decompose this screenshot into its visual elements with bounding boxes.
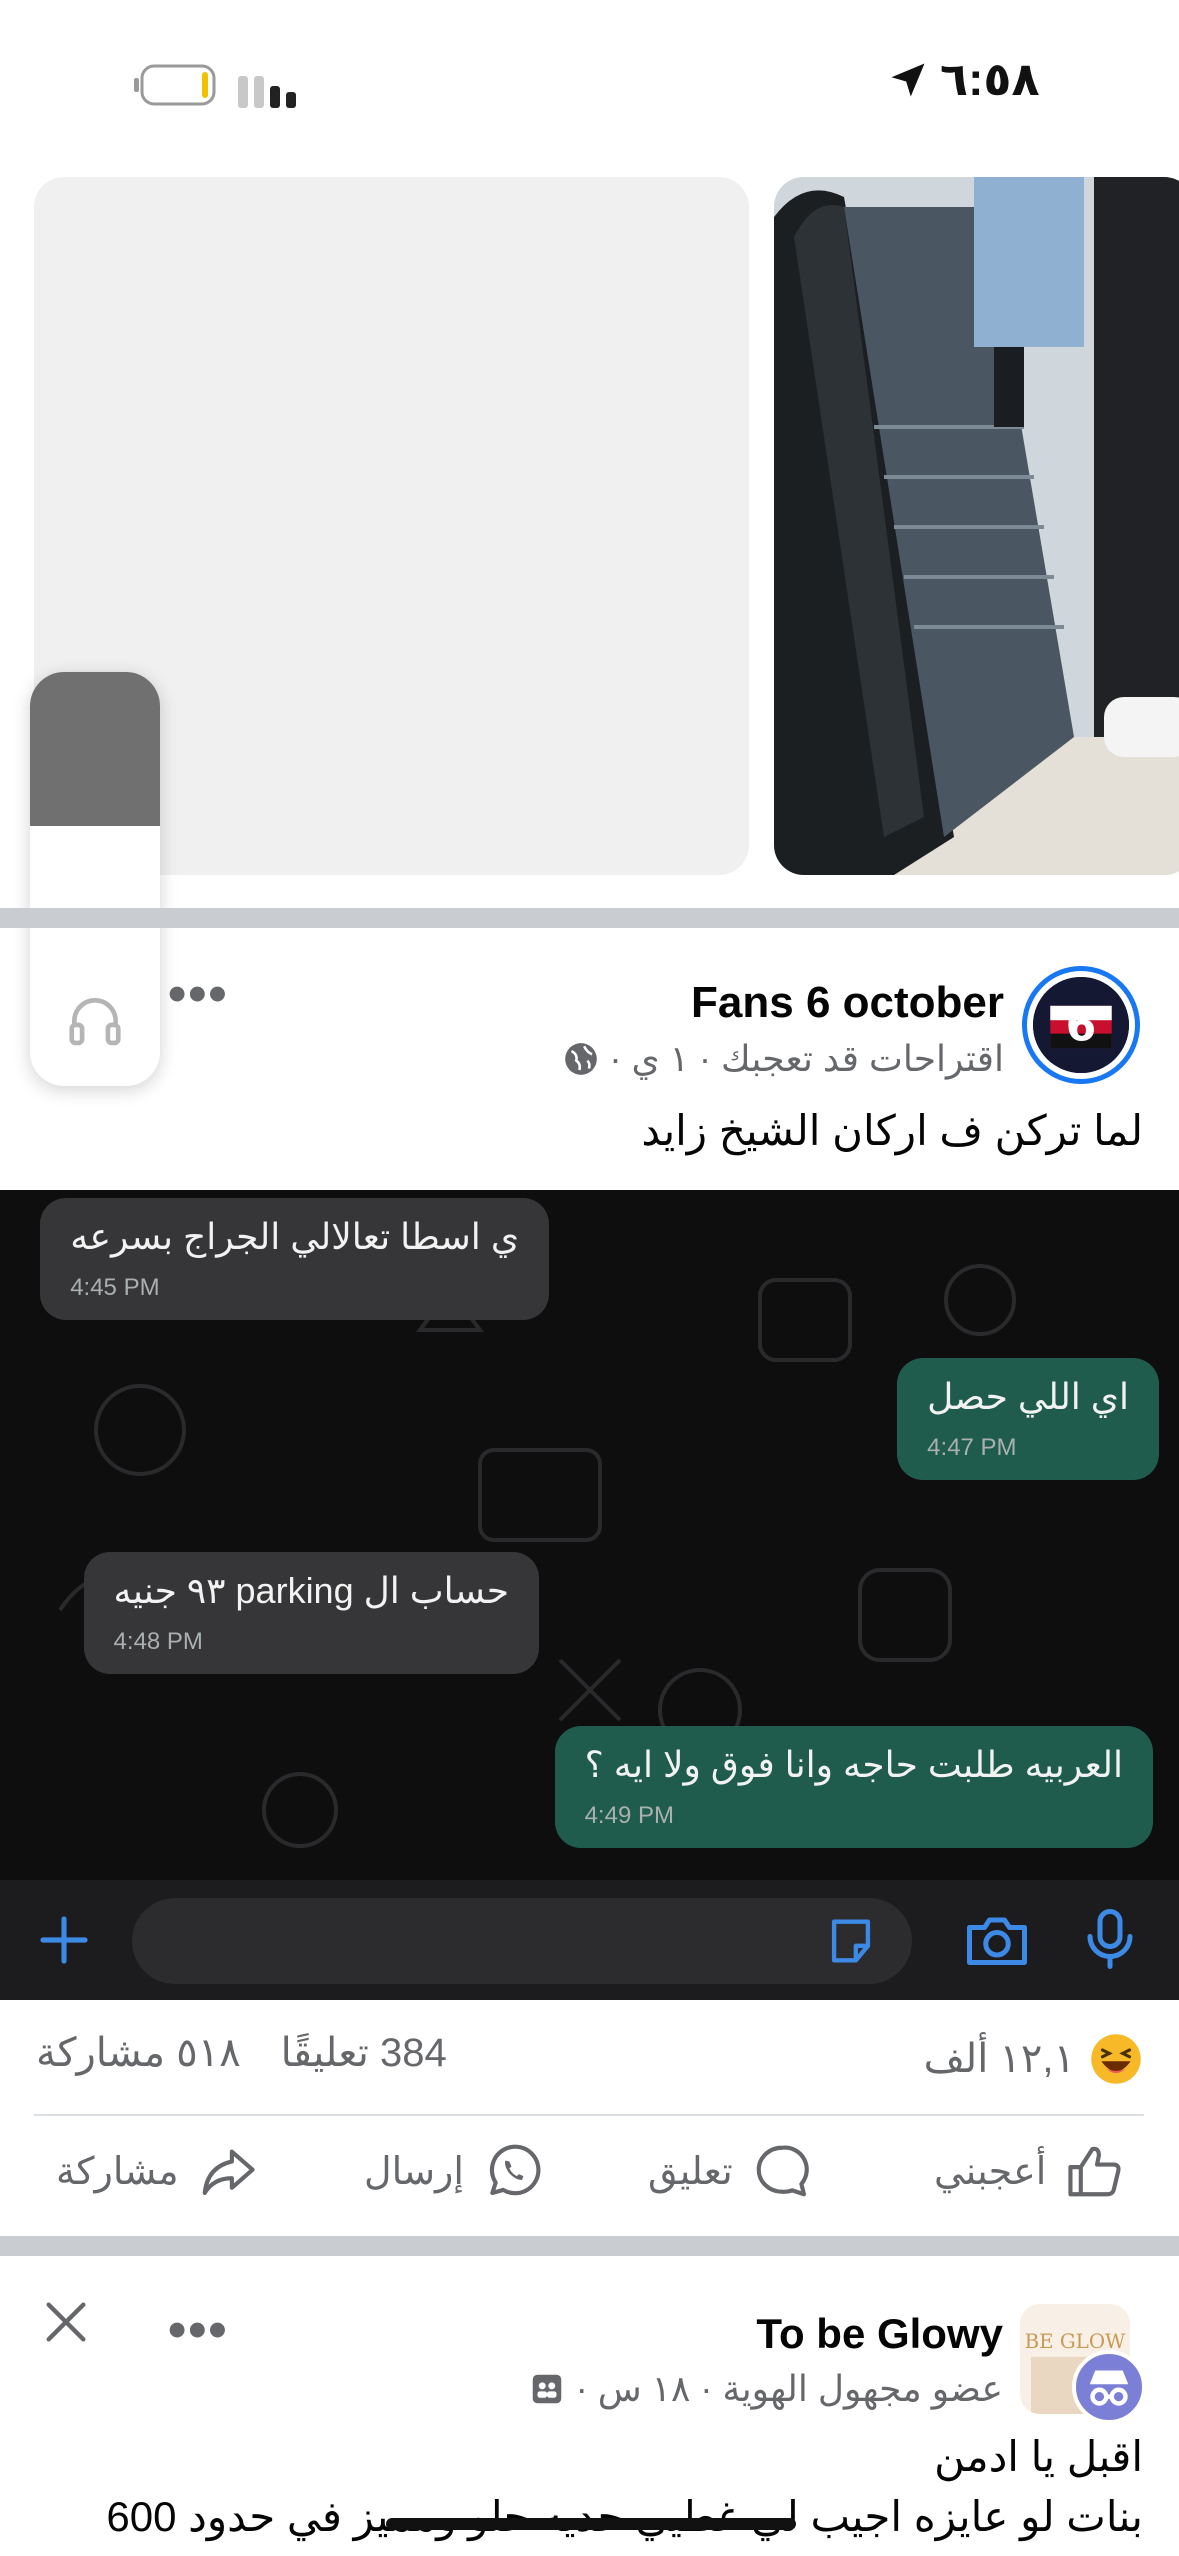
- chat-input-bar: [0, 1880, 1179, 2000]
- chat-message-outgoing: العربيه طلبت حاجه وانا فوق ولا ايه ؟ 4:4…: [554, 1726, 1153, 1848]
- post-caption: لما تركن ف اركان الشيخ زايد: [641, 1107, 1143, 1154]
- share-label: مشاركة: [56, 2150, 179, 2193]
- svg-text:6: 6: [1066, 1000, 1097, 1051]
- signal-icon: [238, 76, 296, 108]
- post-meta: اقتراحات قد تعجبك · ١ ي ·: [609, 1038, 1005, 1079]
- reactions-summary[interactable]: ١٢,١ ألف: [924, 2032, 1143, 2086]
- chat-message-incoming: حساب ال parking ٩٣ جنيه 4:48 PM: [83, 1552, 539, 1674]
- chat-message-incoming: ي اسطا تعالالي الجراج بسرعه 4:45 PM: [40, 1198, 549, 1320]
- close-icon[interactable]: [40, 2296, 92, 2348]
- page-avatar[interactable]: 6: [1022, 966, 1140, 1084]
- headphones-icon: [69, 998, 121, 1046]
- post-divider: [0, 2236, 1179, 2256]
- post-meta-row: عضو مجهول الهوية · ١٨ س ·: [528, 2368, 1003, 2410]
- globe-icon: [564, 1043, 597, 1075]
- post-text-line: بنات لو عايزه اجيب لي غطيي حديه حلو وممي…: [106, 2493, 1143, 2540]
- location-arrow-icon: [891, 63, 925, 97]
- carousel-card-escalator-photo[interactable]: [774, 177, 1179, 875]
- volume-hud[interactable]: [30, 672, 160, 1086]
- shares-count[interactable]: ٥١٨ مشاركة: [36, 2030, 241, 2076]
- plus-icon: [40, 1916, 88, 1964]
- post-more-button[interactable]: •••: [168, 968, 229, 1020]
- comment-label: تعليق: [648, 2150, 733, 2193]
- comment-button[interactable]: تعليق: [648, 2140, 813, 2202]
- escalator-photo: [774, 177, 1179, 875]
- volume-level-fill: [30, 672, 160, 826]
- post-meta: عضو مجهول الهوية · ١٨ س ·: [575, 2368, 1003, 2409]
- post-meta-row: اقتراحات قد تعجبك · ١ ي ·: [562, 1038, 1005, 1080]
- laughing-emoji-icon: [1091, 2034, 1141, 2084]
- post-more-button[interactable]: •••: [168, 2304, 229, 2356]
- fans-6-october-logo: 6: [1033, 977, 1129, 1073]
- like-button[interactable]: أعجبني: [934, 2140, 1126, 2202]
- send-label: إرسال: [364, 2150, 464, 2193]
- group-name[interactable]: To be Glowy: [756, 2310, 1003, 2358]
- chat-text-field: [132, 1898, 912, 1984]
- anonymous-member-avatar: [1072, 2350, 1146, 2424]
- send-whatsapp-button[interactable]: إرسال: [364, 2140, 544, 2202]
- battery-icon: [134, 64, 216, 106]
- page-name[interactable]: Fans 6 october: [691, 978, 1004, 1028]
- like-label: أعجبني: [934, 2150, 1047, 2193]
- camera-icon: [967, 1917, 1027, 1965]
- chat-message-outgoing: اي اللي حصل 4:47 PM: [897, 1358, 1159, 1480]
- thumbs-up-icon: [1068, 2146, 1121, 2197]
- comment-bubble-icon: [756, 2145, 809, 2197]
- reactions-count: ١٢,١ ألف: [923, 2037, 1075, 2081]
- status-time: ٦:٥٨: [940, 53, 1040, 105]
- engagement-counts: 384 تعليقًا ٥١٨ مشاركة: [36, 2030, 447, 2076]
- sticker-icon: [831, 1919, 871, 1963]
- incognito-icon: [1089, 2370, 1129, 2406]
- post-image-chat-screenshot[interactable]: ي اسطا تعالالي الجراج بسرعه 4:45 PM اي ا…: [0, 1190, 1179, 2000]
- post-text-line: اقبل يا ادمن: [934, 2433, 1143, 2480]
- home-indicator[interactable]: [386, 2518, 796, 2530]
- whatsapp-icon: [489, 2144, 541, 2196]
- comments-count[interactable]: 384 تعليقًا: [281, 2030, 447, 2076]
- microphone-icon: [1087, 1909, 1133, 1969]
- engagement-divider: [34, 2114, 1144, 2116]
- share-arrow-icon: [202, 2149, 255, 2196]
- share-button[interactable]: مشاركة: [56, 2140, 259, 2202]
- post-divider: [0, 908, 1179, 928]
- group-members-icon: [532, 2374, 561, 2404]
